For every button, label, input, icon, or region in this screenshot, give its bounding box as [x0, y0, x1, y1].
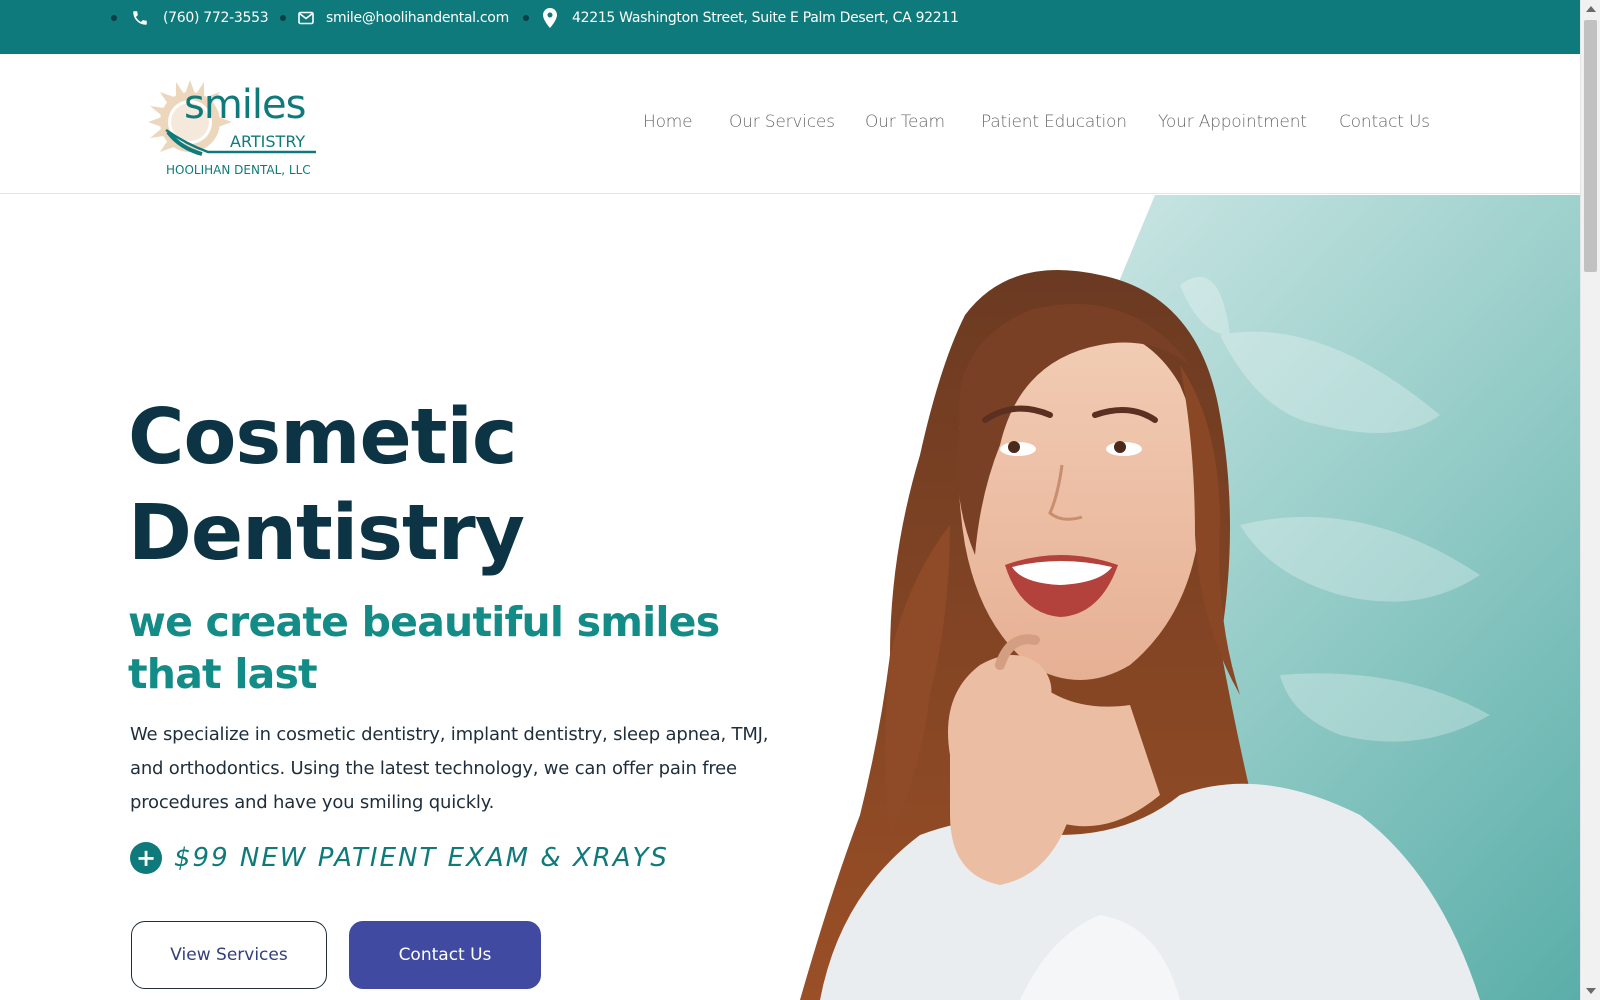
hero-title-line1: Cosmetic: [128, 393, 518, 482]
hero-description: We specialize in cosmetic dentistry, imp…: [130, 724, 769, 813]
new-patient-offer[interactable]: + $99 NEW PATIENT EXAM & XRAYS: [130, 842, 669, 874]
nav-patient-education[interactable]: Patient Education: [981, 112, 1127, 132]
bullet-dot: [523, 15, 529, 21]
top-contact-bar: (760) 772-3553 smile@hoolihandental.com …: [0, 0, 1580, 54]
site-logo[interactable]: smiles ARTISTRY HOOLIHAN DENTAL, LLC: [146, 70, 322, 182]
envelope-icon: [298, 11, 314, 25]
map-pin-icon: [543, 8, 557, 28]
nav-home[interactable]: Home: [643, 112, 693, 132]
nav-our-team[interactable]: Our Team: [865, 112, 945, 132]
email-address: smile@hoolihandental.com: [326, 10, 509, 26]
nav-our-services[interactable]: Our Services: [729, 112, 835, 132]
hero-smiling-woman-image: [800, 195, 1580, 1000]
hero-title-line2: Dentistry: [128, 489, 525, 578]
scroll-up-arrow-icon[interactable]: [1586, 6, 1596, 12]
address-link[interactable]: 42215 Washington Street, Suite E Palm De…: [543, 0, 959, 36]
scroll-down-arrow-icon[interactable]: [1586, 988, 1596, 994]
view-services-button[interactable]: View Services: [131, 921, 327, 989]
nav-your-appointment[interactable]: Your Appointment: [1158, 112, 1307, 132]
logo-word-smiles: smiles: [184, 82, 305, 128]
logo-word-hoolihan: HOOLIHAN DENTAL, LLC: [166, 163, 311, 177]
bullet-dot: [111, 15, 117, 21]
hero-title: Cosmetic Dentistry: [128, 390, 525, 582]
phone-link[interactable]: (760) 772-3553: [131, 0, 269, 36]
phone-icon: [131, 9, 149, 27]
email-link[interactable]: smile@hoolihandental.com: [298, 0, 509, 36]
offer-text: $99 NEW PATIENT EXAM & XRAYS: [174, 843, 669, 873]
address-text: 42215 Washington Street, Suite E Palm De…: [572, 10, 959, 26]
page-scrollbar[interactable]: [1580, 0, 1600, 1000]
phone-number: (760) 772-3553: [163, 10, 269, 26]
contact-us-button[interactable]: Contact Us: [349, 921, 541, 989]
nav-contact-us[interactable]: Contact Us: [1339, 112, 1430, 132]
hero-subtitle: we create beautiful smiles that last: [128, 598, 720, 698]
main-header: smiles ARTISTRY HOOLIHAN DENTAL, LLC Hom…: [0, 54, 1580, 194]
hero-image-area: [800, 195, 1580, 1000]
plus-circle-icon: +: [130, 842, 162, 874]
logo-word-artistry: ARTISTRY: [230, 132, 305, 151]
scrollbar-thumb[interactable]: [1584, 20, 1597, 272]
bullet-dot: [280, 15, 286, 21]
